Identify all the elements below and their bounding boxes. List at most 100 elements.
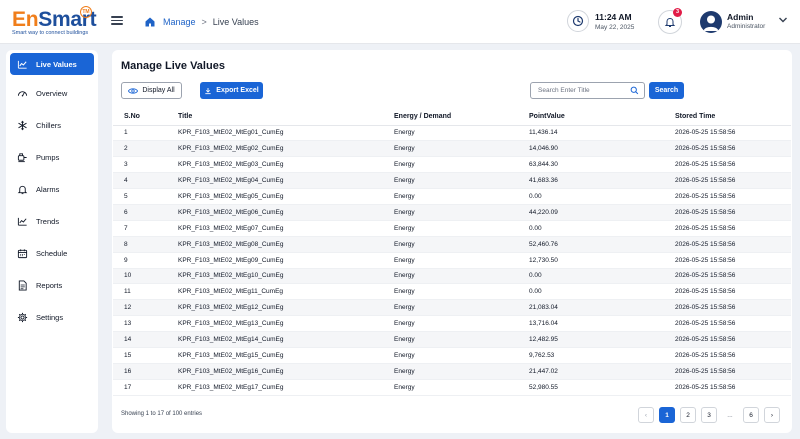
pagination-page-2[interactable]: 2 xyxy=(680,407,696,423)
user-name: Admin xyxy=(727,12,754,22)
table-row[interactable]: 17 KPR_F103_MtE02_MtEg17_CumEg Energy 52,98… xyxy=(113,379,791,396)
breadcrumb-separator: > xyxy=(201,17,207,27)
table-row[interactable]: 3 KPR_F103_MtE02_MtEg03_CumEg Energy 63,844… xyxy=(113,156,791,174)
point-value-cell: 44,220.09 xyxy=(518,204,664,221)
column-header-energy-demand[interactable]: Energy / Demand xyxy=(383,109,518,126)
sno-cell: 3 xyxy=(113,156,167,174)
sidebar-item-label: Live Values xyxy=(36,59,77,69)
trend-icon xyxy=(17,216,28,227)
table-row[interactable]: 8 KPR_F103_MtE02_MtEg08_CumEg Energy 52,460… xyxy=(113,236,791,253)
stored-time-cell: 2026-05-25 15:58:56 xyxy=(664,283,791,301)
column-header-sno[interactable]: S.No xyxy=(113,109,167,126)
pagination-page-3[interactable]: 3 xyxy=(701,407,717,423)
energy-demand-cell: Energy xyxy=(383,188,518,205)
export-excel-button[interactable]: Export Excel xyxy=(200,82,263,99)
eye-icon xyxy=(128,87,139,94)
stored-time-cell: 2026-05-25 15:58:56 xyxy=(664,347,791,364)
sno-cell: 10 xyxy=(113,268,167,285)
energy-demand-cell: Energy xyxy=(383,252,518,269)
column-header-title[interactable]: Title xyxy=(167,109,383,126)
table-row[interactable]: 9 KPR_F103_MtE02_MtEg09_CumEg Energy 12,730… xyxy=(113,252,791,269)
sidebar-item-alarms[interactable]: Alarms xyxy=(10,178,94,200)
energy-demand-cell: Energy xyxy=(383,379,518,396)
table-row[interactable]: 1 KPR_F103_MtE02_MtEg01_CumEg Energy 11,436… xyxy=(113,125,791,142)
pagination-prev-button[interactable]: ‹ xyxy=(638,407,654,423)
stored-time-cell: 2026-05-25 15:58:56 xyxy=(664,299,791,317)
energy-demand-cell: Energy xyxy=(383,125,518,142)
point-value-cell: 11,436.14 xyxy=(518,125,664,142)
pagination-page-1[interactable]: 1 xyxy=(659,407,675,423)
logo-trademark: TM xyxy=(80,6,92,18)
table-row[interactable]: 13 KPR_F103_MtE02_MtEg13_CumEg Energy 13,71… xyxy=(113,315,791,333)
search-icon[interactable] xyxy=(630,86,639,95)
sidebar-item-live-values[interactable]: Live Values xyxy=(10,53,94,75)
sno-cell: 14 xyxy=(113,331,167,348)
stored-time-cell: 2026-05-25 15:58:56 xyxy=(664,379,791,396)
title-cell: KPR_F103_MtE02_MtEg07_CumEg xyxy=(167,220,383,237)
table-row[interactable]: 11 KPR_F103_MtE02_MtEg11_CumEg Energy 0.00 2… xyxy=(113,283,791,301)
table-row[interactable]: 16 KPR_F103_MtE02_MtEg16_CumEg Energy 21,44… xyxy=(113,363,791,380)
current-time: 11:24 AM xyxy=(595,12,632,22)
search-button[interactable]: Search xyxy=(649,82,684,99)
breadcrumb-manage-link[interactable]: Manage xyxy=(163,17,196,27)
title-cell: KPR_F103_MtE02_MtEg13_CumEg xyxy=(167,315,383,333)
pagination-next-button[interactable]: › xyxy=(764,407,780,423)
home-icon[interactable] xyxy=(144,16,156,28)
sidebar-item-trends[interactable]: Trends xyxy=(10,210,94,232)
point-value-cell: 63,844.30 xyxy=(518,156,664,174)
table-row[interactable]: 6 KPR_F103_MtE02_MtEg06_CumEg Energy 44,220… xyxy=(113,204,791,221)
search-input[interactable] xyxy=(531,83,626,98)
chevron-down-icon[interactable] xyxy=(778,16,788,24)
table-row[interactable]: 15 KPR_F103_MtE02_MtEg15_CumEg Energy 9,762… xyxy=(113,347,791,364)
column-header-stored-time[interactable]: Stored Time xyxy=(664,109,791,126)
sidebar-item-schedule[interactable]: Schedule xyxy=(10,242,94,264)
table-row[interactable]: 5 KPR_F103_MtE02_MtEg05_CumEg Energy 0.00 20… xyxy=(113,188,791,205)
user-role: Administrator xyxy=(727,23,766,30)
title-cell: KPR_F103_MtE02_MtEg01_CumEg xyxy=(167,125,383,142)
energy-demand-cell: Energy xyxy=(383,347,518,364)
table-row[interactable]: 2 KPR_F103_MtE02_MtEg02_CumEg Energy 14,046… xyxy=(113,140,791,158)
energy-demand-cell: Energy xyxy=(383,363,518,380)
notifications-button[interactable]: 3 xyxy=(658,8,682,34)
title-cell: KPR_F103_MtE02_MtEg08_CumEg xyxy=(167,236,383,253)
stored-time-cell: 2026-05-25 15:58:56 xyxy=(664,268,791,285)
sno-cell: 8 xyxy=(113,236,167,253)
sidebar-item-pumps[interactable]: Pumps xyxy=(10,146,94,168)
column-header-point-value[interactable]: PointValue xyxy=(518,109,664,126)
title-cell: KPR_F103_MtE02_MtEg16_CumEg xyxy=(167,363,383,380)
title-cell: KPR_F103_MtE02_MtEg14_CumEg xyxy=(167,331,383,348)
avatar[interactable] xyxy=(700,11,722,33)
sno-cell: 13 xyxy=(113,315,167,333)
breadcrumb-current: Live Values xyxy=(212,17,259,27)
stored-time-cell: 2026-05-25 15:58:56 xyxy=(664,204,791,221)
table-row[interactable]: 4 KPR_F103_MtE02_MtEg04_CumEg Energy 41,683… xyxy=(113,172,791,190)
stored-time-cell: 2026-05-25 15:58:56 xyxy=(664,188,791,205)
sidebar-item-settings[interactable]: Settings xyxy=(10,306,94,328)
table-row[interactable]: 7 KPR_F103_MtE02_MtEg07_CumEg Energy 0.00 20… xyxy=(113,220,791,237)
title-cell: KPR_F103_MtE02_MtEg02_CumEg xyxy=(167,140,383,158)
entries-info: Showing 1 to 17 of 100 entries xyxy=(121,411,203,417)
sidebar-item-label: Trends xyxy=(36,216,60,226)
energy-demand-cell: Energy xyxy=(383,220,518,237)
energy-demand-cell: Energy xyxy=(383,268,518,285)
sidebar-item-chillers[interactable]: Chillers xyxy=(10,114,94,136)
table-row[interactable]: 10 KPR_F103_MtE02_MtEg10_CumEg Energy 0.00 2… xyxy=(113,268,791,285)
sidebar-item-overview[interactable]: Overview xyxy=(10,82,94,104)
display-all-button[interactable]: Display All xyxy=(121,82,182,99)
table-row[interactable]: 14 KPR_F103_MtE02_MtEg14_CumEg Energy 12,48… xyxy=(113,331,791,348)
sno-cell: 1 xyxy=(113,125,167,142)
stored-time-cell: 2026-05-25 15:58:56 xyxy=(664,156,791,174)
pagination-page-6[interactable]: 6 xyxy=(743,407,759,423)
title-cell: KPR_F103_MtE02_MtEg10_CumEg xyxy=(167,268,383,285)
pagination-ellipsis: ... xyxy=(722,407,738,423)
live-values-table-wrapper: S.No Title Energy / Demand PointValue St… xyxy=(113,109,791,396)
table-row[interactable]: 12 KPR_F103_MtE02_MtEg12_CumEg Energy 21,08… xyxy=(113,299,791,317)
sno-cell: 2 xyxy=(113,140,167,158)
title-cell: KPR_F103_MtE02_MtEg06_CumEg xyxy=(167,204,383,221)
breadcrumb: Manage > Live Values xyxy=(144,14,259,30)
current-date: May 22, 2025 xyxy=(595,24,635,31)
title-cell: KPR_F103_MtE02_MtEg09_CumEg xyxy=(167,252,383,269)
ensmart-logo[interactable]: EnSmart TM Smart way to connect building… xyxy=(12,6,97,38)
sidebar-item-reports[interactable]: Reports xyxy=(10,274,94,296)
hamburger-menu-icon[interactable] xyxy=(111,14,123,28)
